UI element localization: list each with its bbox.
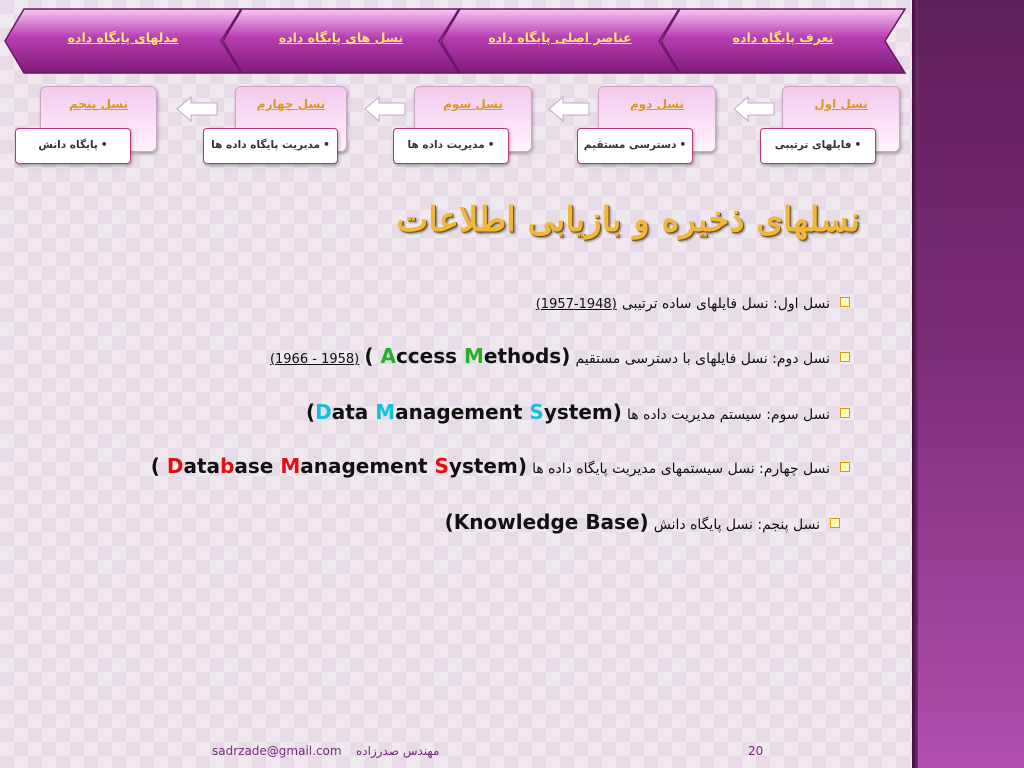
nav-tab-database-generations[interactable]: نسل های پایگاه داده xyxy=(222,8,460,74)
generation-link-first[interactable]: نسل اول xyxy=(783,97,899,111)
bullet-item-fourth-generation: نسل چهارم: نسل سیستمهای مدیریت پایگاه دا… xyxy=(40,454,850,478)
arrow-left-icon xyxy=(548,95,590,123)
letter-highlight: M xyxy=(280,454,301,478)
generation-desc-text: مدیریت پایگاه داده ها xyxy=(211,139,321,151)
paren-close: ) xyxy=(517,454,527,478)
letter-highlight: M xyxy=(463,344,484,368)
decorative-side-band xyxy=(912,0,1024,768)
bullet-text: نسل اول: نسل فایلهای ساده ترتیبی xyxy=(621,296,830,312)
generation-desc-second: •دسترسی مستقیم xyxy=(577,128,693,164)
paren-open: ( xyxy=(305,400,316,424)
bullet-item-first-generation: نسل اول: نسل فایلهای ساده ترتیبی (1948-1… xyxy=(40,293,850,312)
nav-tab-label: مدلهای پایگاه داده xyxy=(67,30,179,45)
nav-tab-database-models[interactable]: مدلهای پایگاه داده xyxy=(4,8,242,74)
square-bullet-icon xyxy=(840,407,850,418)
square-bullet-icon xyxy=(840,296,850,307)
footer-email: sadrzade@gmail.com xyxy=(212,744,342,758)
generation-desc-text: فایلهای ترتیبی xyxy=(774,139,852,151)
term-text: anagement xyxy=(395,400,530,424)
bullet-dates: (1958 - 1966) xyxy=(269,352,360,367)
nav-tab-label: عناصر اصلی پایگاه داده xyxy=(488,30,632,45)
paren-close: ) xyxy=(561,344,571,368)
arrow-left-icon xyxy=(364,95,406,123)
arrow-left-icon xyxy=(176,95,218,123)
bullet-dot: • xyxy=(854,139,862,151)
nav-tab-database-definition[interactable]: نعرف پایگاه داده xyxy=(660,8,906,74)
page-number: 20 xyxy=(748,744,764,758)
nav-tab-label: نعرف پایگاه داده xyxy=(732,30,834,45)
generation-desc-text: پایگاه دانش xyxy=(38,139,98,151)
bullet-english-term: (Data Management System) xyxy=(306,400,622,424)
letter-highlight: D xyxy=(315,400,332,424)
letter-highlight: A xyxy=(380,344,396,368)
paren-open: ( xyxy=(364,344,374,368)
bullet-dot: • xyxy=(487,139,495,151)
generation-link-third[interactable]: نسل سوم xyxy=(415,97,531,111)
bullet-dates: (1948-1957) xyxy=(535,297,617,312)
letter-highlight: b xyxy=(220,454,235,478)
generation-desc-fourth: •مدیریت پایگاه داده ها xyxy=(203,128,338,164)
term-text: ata xyxy=(331,400,376,424)
generation-desc-fifth: •پایگاه دانش xyxy=(15,128,131,164)
arrow-left-icon xyxy=(733,95,775,123)
letter-highlight: S xyxy=(529,400,544,424)
term-text: ethods xyxy=(483,344,562,368)
square-bullet-icon xyxy=(840,461,850,472)
bullet-english-term: ( Database Management System) xyxy=(151,454,527,478)
generation-link-fifth[interactable]: نسل پنجم xyxy=(41,97,156,111)
term-text: anagement xyxy=(300,454,435,478)
paren-close: ) xyxy=(612,400,622,424)
nav-tab-database-elements[interactable]: عناصر اصلی پایگاه داده xyxy=(440,8,680,74)
generation-desc-first: •فایلهای ترتیبی xyxy=(760,128,876,164)
term-text: ase xyxy=(234,454,281,478)
bullet-item-fifth-generation: نسل پنجم: نسل پایگاه دانش (Knowledge Bas… xyxy=(40,510,840,534)
paren-open: ( xyxy=(150,454,160,478)
generation-link-second[interactable]: نسل دوم xyxy=(599,97,715,111)
bullet-text: نسل سوم: سیستم مدیریت داده ها xyxy=(626,407,830,423)
bullet-text: نسل پنجم: نسل پایگاه دانش xyxy=(653,517,820,533)
generation-desc-text: دسترسی مستقیم xyxy=(583,139,677,151)
generation-desc-text: مدیریت داده ها xyxy=(407,139,485,151)
bullet-dot: • xyxy=(679,139,687,151)
nav-tab-label: نسل های پایگاه داده xyxy=(278,30,404,45)
letter-highlight: S xyxy=(434,454,449,478)
bullet-item-second-generation: نسل دوم: نسل فایلهای با دسترسی مستقیم ( … xyxy=(40,344,850,368)
bullet-english-term: ( Access Methods) xyxy=(364,344,570,368)
term-text: ccess xyxy=(395,344,464,368)
generation-desc-third: •مدیریت داده ها xyxy=(393,128,509,164)
term-text: ystem xyxy=(448,454,518,478)
bullet-english-term: (Knowledge Base) xyxy=(444,510,649,534)
footer-author: مهندس صدرزاده xyxy=(356,744,440,758)
square-bullet-icon xyxy=(840,351,850,362)
bullet-text: نسل دوم: نسل فایلهای با دسترسی مستقیم xyxy=(575,351,830,367)
letter-highlight: M xyxy=(375,400,396,424)
term-text: ystem xyxy=(543,400,613,424)
letter-highlight: D xyxy=(166,454,184,478)
bullet-text: نسل چهارم: نسل سیستمهای مدیریت پایگاه دا… xyxy=(532,461,830,477)
term-text: ata xyxy=(183,454,221,478)
bullet-dot: • xyxy=(323,139,330,151)
bullet-item-third-generation: نسل سوم: سیستم مدیریت داده ها (Data Mana… xyxy=(40,400,850,424)
square-bullet-icon xyxy=(830,517,840,528)
generation-link-fourth[interactable]: نسل چهارم xyxy=(236,97,346,111)
slide-title: نسلهای ذخیره و بازیابی اطلاعات xyxy=(396,200,860,240)
bullet-dot: • xyxy=(100,139,108,151)
